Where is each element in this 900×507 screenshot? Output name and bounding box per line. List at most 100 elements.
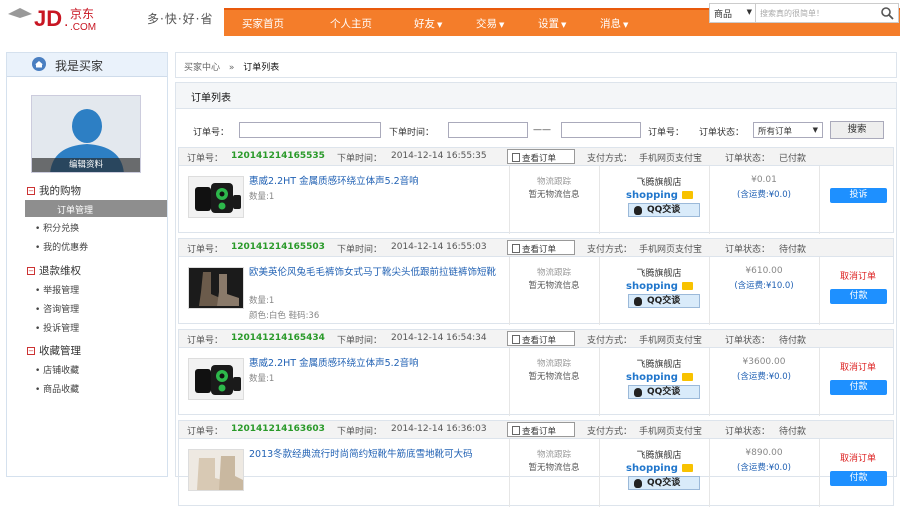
product-name-link[interactable]: 2013冬款经典流行时尚简约短靴牛筋底雪地靴可大码 xyxy=(249,448,519,461)
search-box: 商品 ▼ 搜索真的很简单！ xyxy=(709,3,899,23)
chevron-down-icon: ▼ xyxy=(499,21,505,29)
svg-text:.COM: .COM xyxy=(70,22,96,32)
column-divider xyxy=(819,348,820,416)
product-image[interactable] xyxy=(188,176,244,218)
nav-buyer-home[interactable]: 买家首页 xyxy=(242,16,284,31)
sidebar-item-complaints[interactable]: • 投诉管理 xyxy=(35,321,79,334)
order-status: 待付款 xyxy=(779,427,807,437)
order-action-button[interactable]: 付款 xyxy=(830,471,887,486)
logistics-tracking-link[interactable]: 物流跟踪 xyxy=(509,266,599,278)
order-status-select[interactable]: 所有订单 ▼ xyxy=(753,122,823,138)
logistics-tracking-link[interactable]: 物流跟踪 xyxy=(509,357,599,369)
nav-friends[interactable]: 好友 ▼ xyxy=(414,16,442,31)
search-category-select[interactable]: 商品 ▼ xyxy=(710,4,756,22)
order-action-button[interactable]: 付款 xyxy=(830,289,887,304)
boot-image xyxy=(189,268,243,308)
logistics-tracking-link[interactable]: 物流跟踪 xyxy=(509,175,599,187)
order-no-input[interactable] xyxy=(239,122,381,138)
order-price: ¥610.00 xyxy=(745,266,783,276)
product-name-link[interactable]: 惠威2.2HT 金属质感环绕立体声5.2音响 xyxy=(249,175,519,188)
shop-name-link[interactable]: 飞腾旗舰店 xyxy=(609,357,709,370)
order-time-label: 下单时间： xyxy=(337,336,383,346)
shop-name-link[interactable]: 飞腾旗舰店 xyxy=(609,175,709,188)
sidebar: 我是买家 编辑资料 − 我的购物 订单管理 • 积分兑换 • 我的优惠券 − 退款维… xyxy=(6,52,168,477)
qq-chat-button[interactable]: QQ交谈 xyxy=(628,294,700,308)
search-button[interactable]: 搜索 xyxy=(830,121,884,139)
breadcrumb-root[interactable]: 买家中心 xyxy=(184,63,220,73)
filter-bar: 订单号： 下单时间： —— 订单号： 订单状态： 所有订单 ▼ 搜索 xyxy=(176,111,896,147)
sidebar-item-consult[interactable]: • 咨询管理 xyxy=(35,302,79,315)
sidebar-item-reports[interactable]: • 举报管理 xyxy=(35,283,79,296)
range-separator: —— xyxy=(533,125,551,135)
qq-chat-button[interactable]: QQ交谈 xyxy=(628,476,700,490)
logistics-status: 暂无物流信息 xyxy=(528,463,580,473)
product-image[interactable] xyxy=(188,267,244,309)
nav-messages[interactable]: 消息 ▼ xyxy=(600,16,628,31)
sidebar-item-fav-shops[interactable]: • 店铺收藏 xyxy=(35,363,79,376)
column-divider xyxy=(599,166,600,234)
column-divider xyxy=(599,348,600,416)
shopping-link[interactable]: shopping xyxy=(626,372,693,383)
payment-method: 手机网页支付宝 xyxy=(639,427,703,437)
nav-trade[interactable]: 交易 ▼ xyxy=(476,16,504,31)
shopping-link[interactable]: shopping xyxy=(626,281,693,292)
avatar[interactable]: 编辑资料 xyxy=(31,95,141,173)
order-header: 订单号： 120141214163603 下单时间： 2014-12-14 16… xyxy=(179,421,893,439)
column-divider xyxy=(599,257,600,325)
edit-profile-button[interactable]: 编辑资料 xyxy=(32,158,140,172)
product-name-link[interactable]: 欧美英伦风兔毛毛裤饰女式马丁靴尖头低跟前拉链裤饰短靴 xyxy=(249,266,519,279)
product-quantity: 数量:1 xyxy=(249,374,275,384)
product-spec: 颜色:白色 鞋码:36 xyxy=(249,311,320,321)
freight-fee: (含运费:¥10.0) xyxy=(734,281,794,291)
nav-personal-home[interactable]: 个人主页 xyxy=(330,16,372,31)
shopping-link[interactable]: shopping xyxy=(626,190,693,201)
shop-name-link[interactable]: 飞腾旗舰店 xyxy=(609,266,709,279)
jd-logo[interactable]: JD . 京东 .COM xyxy=(6,4,146,32)
order-action-button[interactable]: 投诉 xyxy=(830,188,887,203)
sidebar-section-refund[interactable]: − 退款维权 xyxy=(27,263,81,278)
cancel-order-link[interactable]: 取消订单 xyxy=(829,269,887,282)
order-action-button[interactable]: 付款 xyxy=(830,380,887,395)
sidebar-item-fav-products[interactable]: • 商品收藏 xyxy=(35,382,79,395)
view-order-button[interactable]: 查看订单 xyxy=(507,240,575,255)
payment-method: 手机网页支付宝 xyxy=(639,245,703,255)
nav-settings[interactable]: 设置 ▼ xyxy=(538,16,566,31)
order-card: 订单号： 120141214165503 下单时间： 2014-12-14 16… xyxy=(178,238,894,325)
cancel-order-link[interactable]: 取消订单 xyxy=(829,451,887,464)
shopping-link[interactable]: shopping xyxy=(626,463,693,474)
sidebar-item-coupons[interactable]: • 我的优惠券 xyxy=(35,240,88,253)
product-image[interactable] xyxy=(188,449,244,491)
product-quantity: 数量:1 xyxy=(249,296,275,306)
column-divider xyxy=(709,166,710,234)
order-id: 120141214165434 xyxy=(231,333,325,343)
end-date-input[interactable] xyxy=(561,122,641,138)
qq-chat-button[interactable]: QQ交谈 xyxy=(628,385,700,399)
view-order-button[interactable]: 查看订单 xyxy=(507,422,575,437)
start-date-input[interactable] xyxy=(448,122,528,138)
order-id: 120141214165503 xyxy=(231,242,325,252)
shop-name-link[interactable]: 飞腾旗舰店 xyxy=(609,448,709,461)
logistics-status: 暂无物流信息 xyxy=(528,281,580,291)
order-time: 2014-12-14 16:54:34 xyxy=(391,333,487,343)
product-image[interactable] xyxy=(188,358,244,400)
logistics-tracking-link[interactable]: 物流跟踪 xyxy=(509,448,599,460)
view-order-button[interactable]: 查看订单 xyxy=(507,331,575,346)
sidebar-item-order-management[interactable]: 订单管理 xyxy=(25,200,167,217)
search-input[interactable]: 搜索真的很简单！ xyxy=(760,8,824,19)
view-order-button[interactable]: 查看订单 xyxy=(507,149,575,164)
cancel-order-link[interactable]: 取消订单 xyxy=(829,360,887,373)
breadcrumb-separator: » xyxy=(228,63,235,73)
sidebar-item-points[interactable]: • 积分兑换 xyxy=(35,221,79,234)
sidebar-item-label: 店铺收藏 xyxy=(43,366,80,376)
order-price: ¥3600.00 xyxy=(742,357,786,367)
search-icon[interactable] xyxy=(880,6,894,20)
product-name-link[interactable]: 惠威2.2HT 金属质感环绕立体声5.2音响 xyxy=(249,357,519,370)
sidebar-item-label: 我的优惠券 xyxy=(43,243,89,253)
qq-chat-button[interactable]: QQ交谈 xyxy=(628,203,700,217)
sidebar-section-shopping[interactable]: − 我的购物 xyxy=(27,183,81,198)
collapse-icon: − xyxy=(27,347,35,355)
order-id: 120141214165535 xyxy=(231,151,325,161)
boot-image xyxy=(189,450,243,490)
sidebar-section-favorites[interactable]: − 收藏管理 xyxy=(27,343,81,358)
order-status-label: 订单状态： xyxy=(725,427,771,437)
